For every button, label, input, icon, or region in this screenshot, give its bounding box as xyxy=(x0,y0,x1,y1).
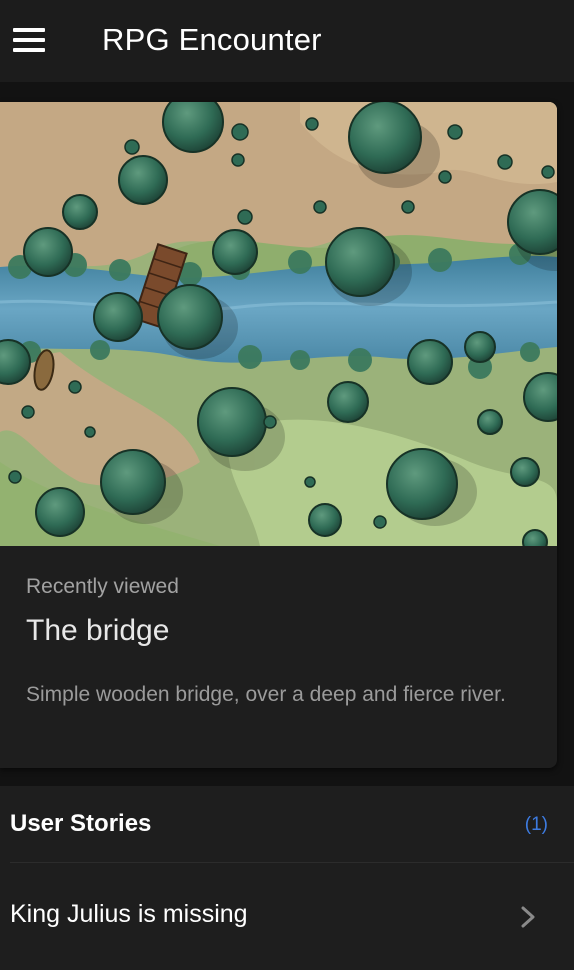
card-description: Simple wooden bridge, over a deep and fi… xyxy=(26,683,506,706)
user-stories-section: User Stories (1) King Julius is missing xyxy=(0,786,574,970)
card-title: The bridge xyxy=(26,614,170,647)
hamburger-menu-icon[interactable] xyxy=(13,28,45,52)
app-bar: RPG Encounter xyxy=(0,0,574,82)
section-header: User Stories xyxy=(10,810,152,837)
recently-viewed-card[interactable]: Recently viewed The bridge Simple wooden… xyxy=(0,102,557,768)
card-overline: Recently viewed xyxy=(26,575,179,598)
app-title: RPG Encounter xyxy=(102,22,322,57)
story-label: King Julius is missing xyxy=(10,900,248,928)
battle-map-image xyxy=(0,102,557,546)
stories-count-badge: (1) xyxy=(524,814,548,835)
chevron-right-icon xyxy=(521,906,535,928)
list-item[interactable]: King Julius is missing xyxy=(0,863,574,967)
